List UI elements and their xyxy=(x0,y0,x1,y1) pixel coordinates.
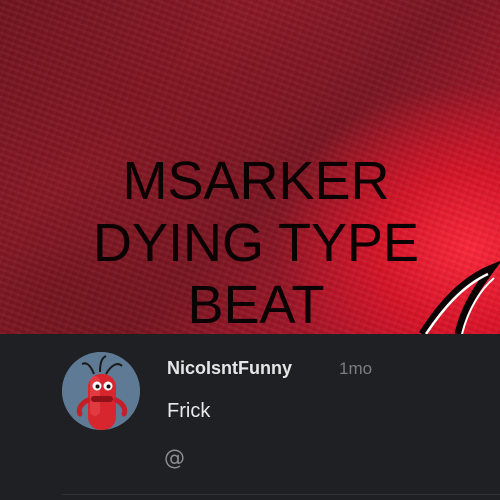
red-character-avatar-icon xyxy=(62,352,140,430)
avatar[interactable] xyxy=(62,352,140,430)
swoosh-icon xyxy=(419,261,500,334)
comment-text: Frick xyxy=(167,400,211,422)
comment-timestamp: 1mo xyxy=(339,359,373,378)
comment-username[interactable]: NicoIsntFunny xyxy=(167,358,292,379)
comment-section: NicoIsntFunny 1mo Frick @ xyxy=(0,334,500,500)
divider xyxy=(62,494,500,495)
track-artwork[interactable]: MSARKER DYING TYPE BEAT xyxy=(0,0,500,334)
comment-card: MSARKER DYING TYPE BEAT NicoIsntFunny 1m… xyxy=(0,0,500,500)
at-sign-icon[interactable]: @ xyxy=(164,444,192,472)
